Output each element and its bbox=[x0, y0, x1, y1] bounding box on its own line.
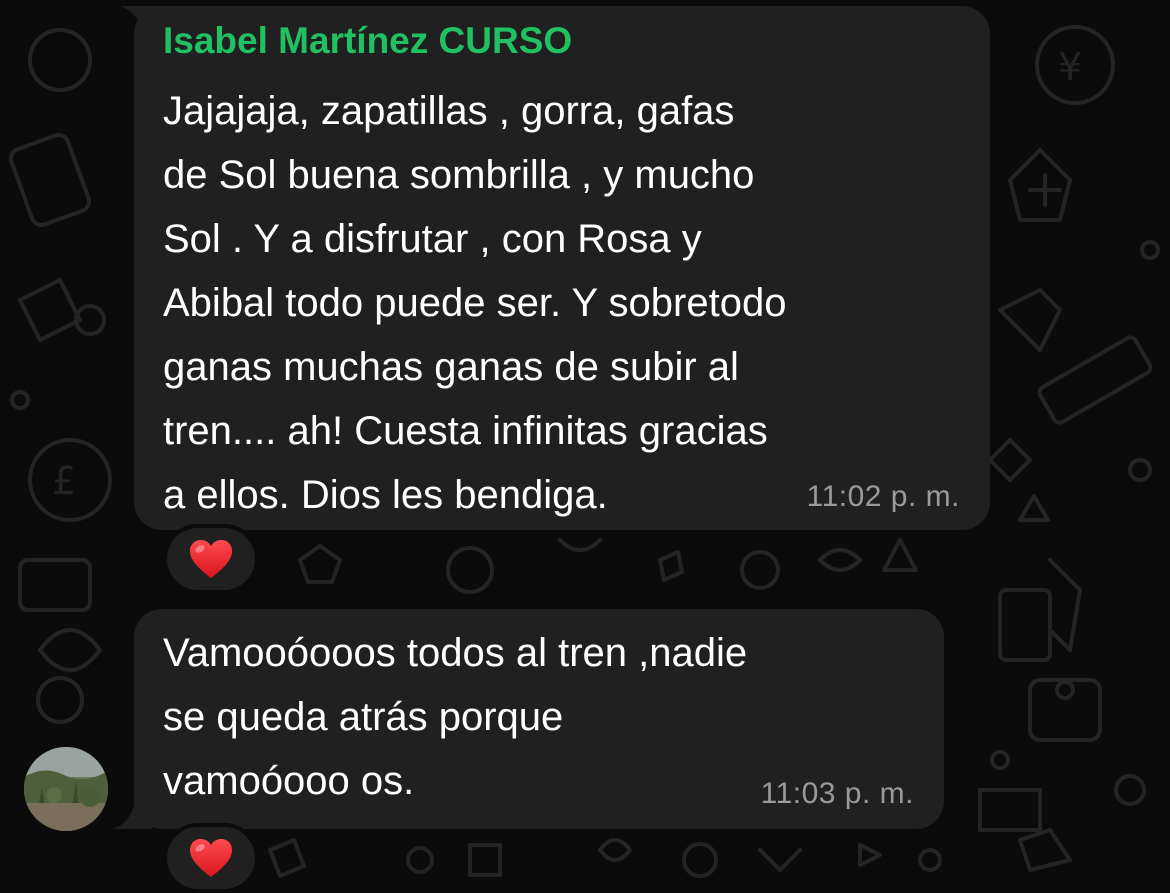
message-bubble[interactable]: Isabel Martínez CURSO Jajajaja, zapatill… bbox=[120, 6, 990, 530]
bubble-tail bbox=[120, 6, 160, 36]
svg-text:£: £ bbox=[52, 459, 76, 503]
reaction-badge[interactable] bbox=[163, 823, 259, 893]
avatar-photo bbox=[24, 747, 108, 831]
heart-emoji-icon bbox=[190, 540, 232, 578]
svg-text:¥: ¥ bbox=[1058, 45, 1082, 89]
sender-name[interactable]: Isabel Martínez CURSO bbox=[163, 20, 572, 62]
message-timestamp: 11:03 p. m. bbox=[760, 777, 914, 810]
sender-avatar[interactable] bbox=[24, 747, 108, 831]
message-timestamp: 11:02 p. m. bbox=[806, 480, 960, 513]
message-text: Jajajaja, zapatillas , gorra, gafas de S… bbox=[163, 89, 787, 517]
reaction-badge[interactable] bbox=[163, 524, 259, 594]
message-bubble[interactable]: Vamooóooos todos al tren ,nadie se queda… bbox=[112, 609, 944, 829]
heart-emoji-icon bbox=[190, 839, 232, 877]
bubble-tail bbox=[112, 799, 152, 829]
